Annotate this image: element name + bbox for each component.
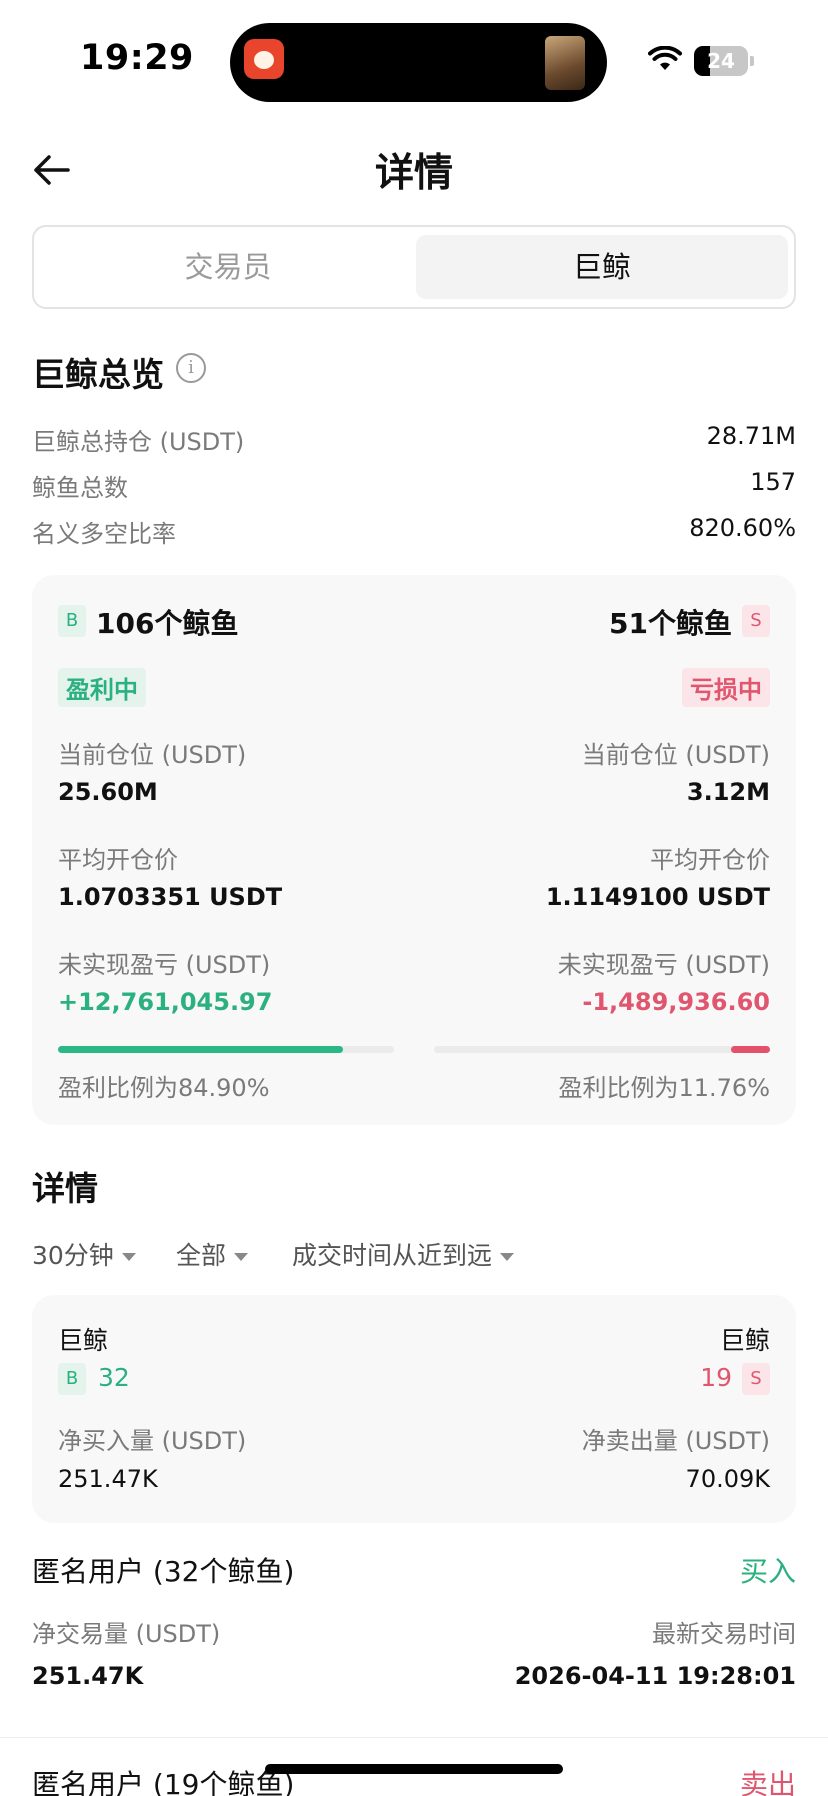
tomato-app-icon[interactable]	[244, 39, 284, 79]
long-profit-ratio-bar	[58, 1046, 394, 1053]
long-profit-ratio-text: 盈利比例为84.90%	[58, 1074, 270, 1102]
long-avg-price-value: 1.0703351 USDT	[58, 883, 283, 911]
caret-down-icon	[500, 1253, 515, 1261]
status-time: 19:29	[80, 38, 194, 78]
net-volume-value: 251.47K	[32, 1662, 144, 1690]
dynamic-island[interactable]	[230, 23, 607, 102]
sell-whale-count: 19	[700, 1363, 732, 1392]
sell-badge: S	[742, 605, 770, 637]
short-pnl-value: -1,489,936.60	[582, 988, 770, 1016]
long-position-label: 当前仓位 (USDT)	[58, 741, 247, 769]
net-sell-label: 净卖出量 (USDT)	[581, 1427, 770, 1455]
profit-status-tag: 盈利中	[58, 668, 146, 707]
short-pnl-label: 未实现盈亏 (USDT)	[557, 951, 770, 979]
overview-row-long-short-ratio: 名义多空比率 820.60%	[32, 514, 796, 550]
short-position-label: 当前仓位 (USDT)	[581, 741, 770, 769]
overview-value: 820.60%	[689, 514, 796, 542]
latest-trade-time-label: 最新交易时间	[652, 1620, 796, 1648]
buy-whale-count: 32	[98, 1363, 130, 1392]
overview-label: 巨鲸总持仓 (USDT)	[32, 428, 245, 456]
long-short-card: B 106个鲸鱼 51个鲸鱼 S 盈利中 亏损中 当前仓位 (USDT) 当前仓…	[32, 575, 796, 1125]
info-icon[interactable]: i	[176, 353, 206, 383]
buy-badge: B	[58, 1363, 86, 1395]
latest-trade-time-value: 2026-04-11 19:28:01	[514, 1662, 796, 1690]
long-pnl-label: 未实现盈亏 (USDT)	[58, 951, 271, 979]
entry-user-name: 匿名用户 (19个鲸鱼)	[32, 1768, 295, 1796]
battery-cap	[750, 56, 754, 66]
wifi-icon	[648, 46, 682, 70]
sell-action-button[interactable]: 卖出	[740, 1763, 796, 1796]
scope-filter[interactable]: 全部	[176, 1236, 249, 1272]
short-avg-price-label: 平均开仓价	[650, 846, 770, 874]
buy-action-button[interactable]: 买入	[740, 1550, 796, 1590]
overview-row-whale-count: 鲸鱼总数 157	[32, 468, 796, 504]
sort-filter-label: 成交时间从近到远	[292, 1241, 493, 1270]
long-avg-price-label: 平均开仓价	[58, 846, 178, 874]
sell-badge: S	[742, 1363, 770, 1395]
net-sell-value: 70.09K	[685, 1465, 770, 1493]
short-profit-ratio-bar	[434, 1046, 770, 1053]
battery-level: 24	[707, 49, 735, 73]
long-whale-count: 106个鲸鱼	[96, 607, 239, 640]
interval-filter-label: 30分钟	[32, 1241, 114, 1270]
overview-row-total-position: 巨鲸总持仓 (USDT) 28.71M	[32, 422, 796, 458]
buy-badge: B	[58, 605, 86, 637]
scope-filter-label: 全部	[176, 1241, 227, 1270]
whale-trade-summary-card: 巨鲸 巨鲸 B 32 19 S 净买入量 (USDT) 净卖出量 (USDT) …	[32, 1295, 796, 1523]
entry-user-name: 匿名用户 (32个鲸鱼)	[32, 1555, 295, 1588]
overview-value: 28.71M	[706, 422, 796, 450]
caret-down-icon	[121, 1253, 136, 1261]
long-position-value: 25.60M	[58, 778, 158, 806]
long-profit-ratio-fill	[58, 1046, 344, 1053]
short-position-value: 3.12M	[686, 778, 770, 806]
short-profit-ratio-text: 盈利比例为11.76%	[558, 1074, 770, 1102]
tab-whale[interactable]: 巨鲸	[416, 235, 788, 299]
interval-filter[interactable]: 30分钟	[32, 1236, 136, 1272]
battery-icon: 24	[694, 46, 748, 76]
summary-left-title: 巨鲸	[58, 1326, 109, 1355]
tab-trader[interactable]: 交易员	[42, 235, 414, 299]
details-title: 详情	[32, 1169, 98, 1208]
overview-title: 巨鲸总览	[32, 355, 164, 394]
short-whale-count: 51个鲸鱼	[609, 607, 732, 640]
overview-value: 157	[750, 468, 796, 496]
short-profit-ratio-fill	[730, 1046, 770, 1053]
overview-label: 名义多空比率	[32, 520, 176, 548]
overview-label: 鲸鱼总数	[32, 474, 128, 502]
divider	[0, 1737, 828, 1738]
home-indicator	[265, 1764, 563, 1774]
album-art-icon[interactable]	[545, 36, 585, 90]
tab-switcher: 交易员 巨鲸	[32, 225, 796, 309]
loss-status-tag: 亏损中	[682, 668, 770, 707]
summary-right-title: 巨鲸	[719, 1326, 770, 1355]
net-buy-label: 净买入量 (USDT)	[58, 1427, 247, 1455]
caret-down-icon	[234, 1253, 249, 1261]
status-bar: 19:29 24	[0, 0, 828, 110]
sort-filter[interactable]: 成交时间从近到远	[292, 1236, 515, 1272]
short-avg-price-value: 1.1149100 USDT	[545, 883, 770, 911]
net-volume-label: 净交易量 (USDT)	[32, 1620, 221, 1648]
net-buy-value: 251.47K	[58, 1465, 158, 1493]
page-title: 详情	[374, 151, 453, 196]
long-pnl-value: +12,761,045.97	[58, 988, 273, 1016]
